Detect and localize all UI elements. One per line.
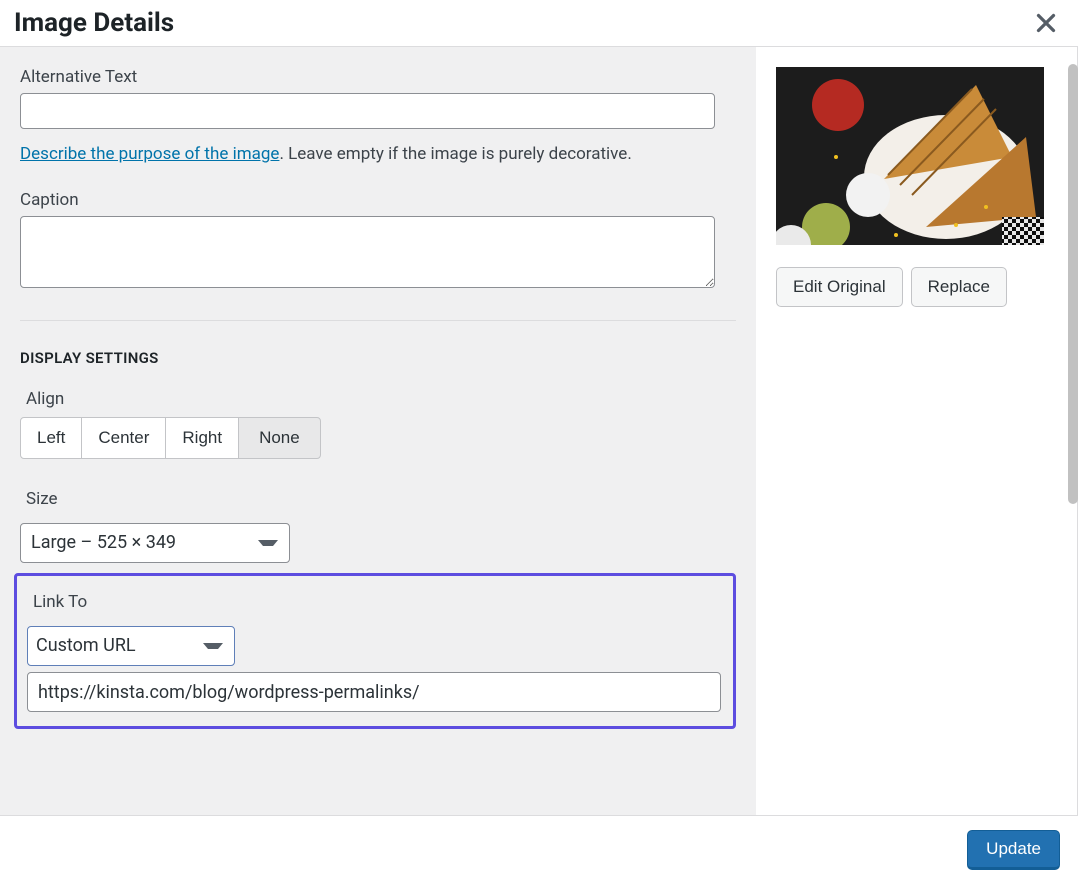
align-right-button[interactable]: Right xyxy=(165,417,239,459)
align-label: Align xyxy=(26,389,736,409)
display-settings-heading: DISPLAY SETTINGS xyxy=(20,349,736,367)
edit-original-button[interactable]: Edit Original xyxy=(776,267,903,307)
size-label: Size xyxy=(26,489,736,509)
alt-help-link[interactable]: Describe the purpose of the image xyxy=(20,144,279,164)
alt-text-input[interactable] xyxy=(20,93,715,129)
alt-help-text: Describe the purpose of the image. Leave… xyxy=(20,144,736,164)
close-icon[interactable] xyxy=(1032,9,1060,37)
scrollbar[interactable] xyxy=(1068,64,1078,504)
alt-text-label: Alternative Text xyxy=(20,67,736,87)
modal-title: Image Details xyxy=(14,8,174,38)
caption-label: Caption xyxy=(20,190,736,210)
alt-help-suffix: . Leave empty if the image is purely dec… xyxy=(279,144,631,164)
preview-panel: Edit Original Replace xyxy=(756,47,1077,815)
image-preview xyxy=(776,67,1044,245)
size-select[interactable]: Large – 525 × 349 xyxy=(20,523,290,563)
link-to-select[interactable]: Custom URL xyxy=(27,626,235,666)
link-to-block: Link To Custom URL xyxy=(14,573,736,729)
settings-panel: Alternative Text Describe the purpose of… xyxy=(0,47,756,815)
link-to-label: Link To xyxy=(33,592,723,612)
link-url-input[interactable] xyxy=(27,672,721,712)
align-none-button[interactable]: None xyxy=(238,417,321,459)
align-left-button[interactable]: Left xyxy=(20,417,82,459)
replace-button[interactable]: Replace xyxy=(911,267,1007,307)
divider xyxy=(20,320,736,321)
align-button-group: Left Center Right None xyxy=(20,417,736,459)
update-button[interactable]: Update xyxy=(967,830,1060,870)
caption-input[interactable] xyxy=(20,216,715,288)
modal-footer: Update xyxy=(0,815,1078,884)
modal-header: Image Details xyxy=(0,0,1078,47)
align-center-button[interactable]: Center xyxy=(81,417,166,459)
